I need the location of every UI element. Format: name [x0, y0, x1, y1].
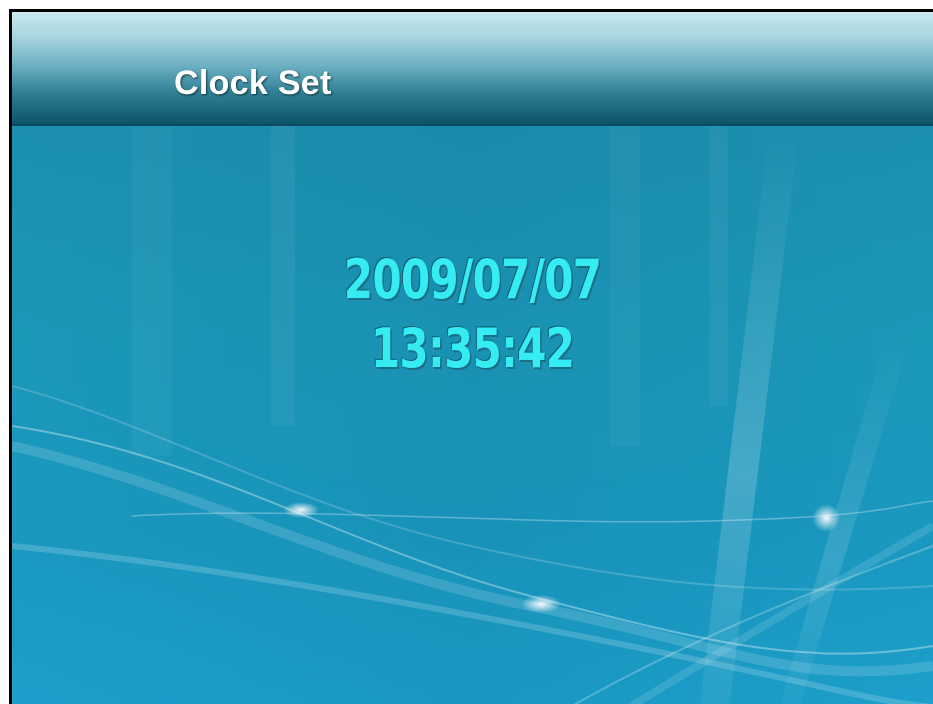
clock-date: 2009/07/07	[343, 248, 602, 311]
page-title: Clock Set	[174, 64, 332, 102]
wallpaper-swoosh-art	[12, 126, 933, 704]
clock-time: 13:35:42	[370, 317, 575, 380]
header-bar: Clock Set	[12, 12, 933, 126]
clock-set-screen: Clock Set 2009/07/07 13:35:42	[9, 9, 933, 704]
wallpaper: 2009/07/07 13:35:42	[12, 126, 933, 704]
device-frame: Clock Set 2009/07/07 13:35:42	[0, 0, 933, 704]
